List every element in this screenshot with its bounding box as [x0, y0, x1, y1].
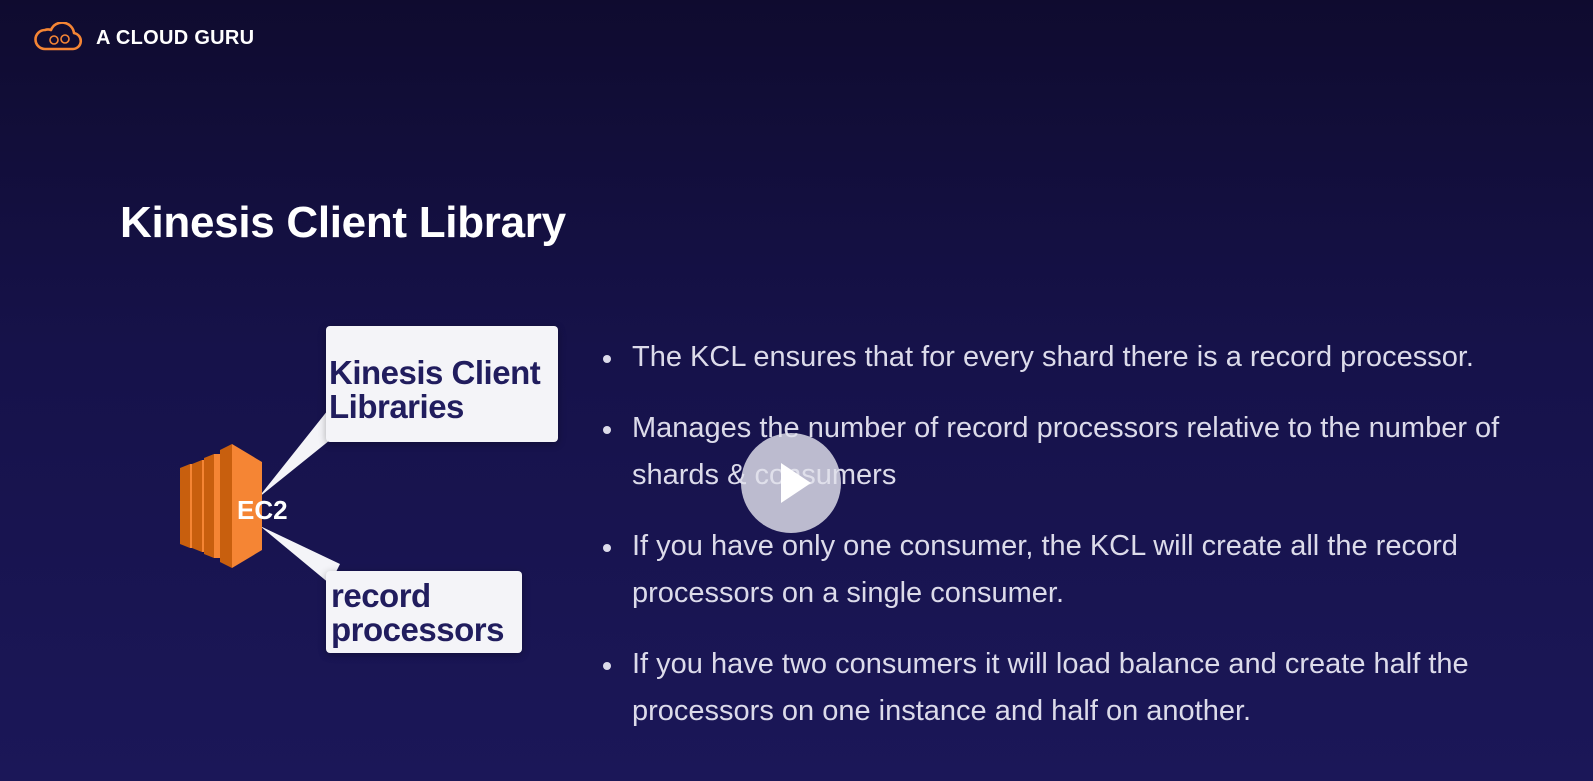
play-icon: [781, 463, 811, 503]
ec2-diagram: EC2 Kinesis Client Libraries record proc…: [180, 320, 570, 670]
bullet-list: The KCL ensures that for every shard the…: [600, 334, 1560, 759]
bullet-item: The KCL ensures that for every shard the…: [600, 334, 1560, 381]
brand-name: A CLOUD GURU: [96, 26, 255, 49]
callout-record-processors: record processors: [326, 571, 522, 653]
bullet-item: If you have two consumers it will load b…: [600, 641, 1560, 735]
play-button[interactable]: [741, 433, 841, 533]
bullet-item: If you have only one consumer, the KCL w…: [600, 523, 1560, 617]
callout-kinesis-client-libraries: Kinesis Client Libraries: [326, 326, 558, 442]
ec2-label: EC2: [237, 495, 288, 525]
cloud-logo-icon: [34, 22, 83, 51]
slide-title: Kinesis Client Library: [120, 198, 566, 247]
brand-logo: A CLOUD GURU: [34, 22, 254, 54]
